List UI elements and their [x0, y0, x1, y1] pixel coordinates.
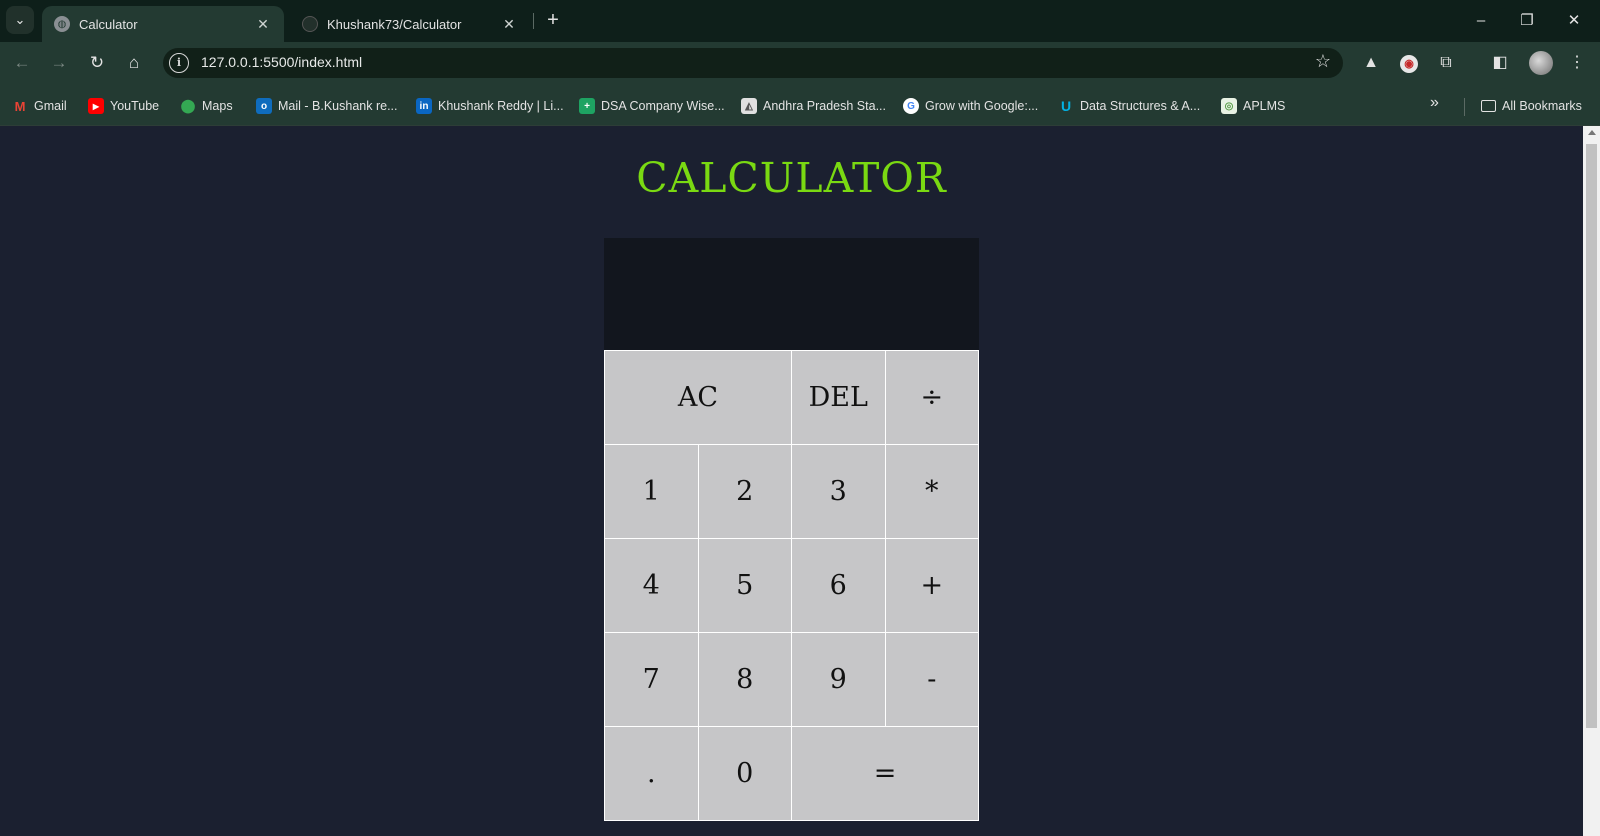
page-viewport: CALCULATOR AC DEL ÷ 1 2 3 * 4 5 6 + 7 8 …	[0, 126, 1583, 836]
calculator-display	[604, 238, 979, 350]
bookmark-divider	[1464, 98, 1465, 116]
bookmark-label: DSA Company Wise...	[601, 99, 725, 113]
ac-button[interactable]: AC	[605, 351, 791, 444]
maps-icon: ⬤	[180, 98, 196, 113]
tab-strip: ⌄ ◍ Calculator ✕ Khushank73/Calculator ✕…	[0, 0, 1600, 42]
more-menu-icon[interactable]: ⋮	[1565, 51, 1589, 75]
bookmarks-bar: M Gmail ▶ YouTube ⬤ Maps o Mail - B.Kush…	[0, 84, 1600, 126]
digit-0-button[interactable]: 0	[698, 727, 791, 820]
divide-button[interactable]: ÷	[885, 351, 978, 444]
site-info-icon[interactable]: i	[169, 53, 189, 73]
digit-7-button[interactable]: 7	[605, 633, 698, 726]
tab-calculator[interactable]: ◍ Calculator ✕	[42, 6, 284, 42]
bookmark-gmail[interactable]: M Gmail	[12, 96, 67, 116]
del-button[interactable]: DEL	[792, 351, 885, 444]
browser-toolbar: ← → ↻ ⌂ i 127.0.0.1:5500/index.html ☆ ▲ …	[0, 42, 1600, 84]
bookmark-label: Grow with Google:...	[925, 99, 1039, 113]
bookmark-grow-with-google[interactable]: G Grow with Google:...	[903, 96, 1038, 116]
forward-icon[interactable]: →	[45, 49, 73, 77]
digit-6-button[interactable]: 6	[792, 539, 885, 632]
chevron-double-right-icon[interactable]: »	[1430, 94, 1439, 112]
tab-divider	[533, 13, 534, 29]
sheets-icon: +	[579, 98, 595, 114]
bookmark-label: Mail - B.Kushank re...	[278, 99, 398, 113]
new-tab-button[interactable]: +	[541, 9, 565, 33]
bookmark-label: APLMS	[1243, 99, 1286, 113]
back-icon[interactable]: ←	[8, 49, 36, 77]
page-title: CALCULATOR	[636, 154, 947, 202]
gmail-icon: M	[14, 98, 26, 114]
linkedin-icon: in	[416, 98, 432, 114]
subtract-button[interactable]: -	[885, 633, 978, 726]
bookmark-outlook[interactable]: o Mail - B.Kushank re...	[256, 96, 398, 116]
all-bookmarks-label: All Bookmarks	[1502, 99, 1582, 113]
address-bar[interactable]: i 127.0.0.1:5500/index.html ☆	[163, 48, 1343, 78]
add-button[interactable]: +	[885, 539, 978, 632]
close-icon[interactable]: ✕	[500, 16, 518, 33]
digit-3-button[interactable]: 3	[792, 445, 885, 538]
scroll-up-arrow-icon[interactable]	[1588, 130, 1596, 135]
youtube-icon: ▶	[88, 98, 104, 114]
bookmark-linkedin[interactable]: in Khushank Reddy | Li...	[416, 96, 564, 116]
close-window-icon[interactable]: ✕	[1560, 8, 1588, 34]
google-icon: G	[903, 98, 919, 114]
digit-4-button[interactable]: 4	[605, 539, 698, 632]
bookmark-label: Gmail	[34, 99, 67, 113]
aplms-icon: ◎	[1221, 98, 1237, 114]
outlook-icon: o	[256, 98, 272, 114]
profile-avatar[interactable]	[1529, 51, 1553, 75]
digit-1-button[interactable]: 1	[605, 445, 698, 538]
bookmark-label: Khushank Reddy | Li...	[438, 99, 564, 113]
url-text[interactable]: 127.0.0.1:5500/index.html	[201, 54, 362, 70]
all-bookmarks-button[interactable]: All Bookmarks	[1481, 96, 1582, 116]
digit-9-button[interactable]: 9	[792, 633, 885, 726]
globe-icon: ◍	[54, 16, 70, 32]
reload-icon[interactable]: ↻	[83, 49, 111, 77]
folder-icon	[1481, 100, 1496, 112]
keypad: AC DEL ÷ 1 2 3 * 4 5 6 + 7 8 9 - . 0 =	[604, 350, 979, 821]
bookmark-maps[interactable]: ⬤ Maps	[180, 96, 233, 116]
vertical-scrollbar[interactable]	[1583, 126, 1600, 836]
bookmark-data-structures[interactable]: U Data Structures & A...	[1058, 96, 1200, 116]
decimal-button[interactable]: .	[605, 727, 698, 820]
minimize-icon[interactable]: –	[1467, 8, 1495, 34]
bookmark-dsa-sheet[interactable]: + DSA Company Wise...	[579, 96, 725, 116]
close-icon[interactable]: ✕	[254, 16, 272, 33]
extensions-puzzle-icon[interactable]: ⧉	[1434, 51, 1458, 75]
calculator: AC DEL ÷ 1 2 3 * 4 5 6 + 7 8 9 - . 0 =	[604, 238, 979, 821]
side-panel-icon[interactable]: ◧	[1488, 51, 1512, 75]
home-icon[interactable]: ⌂	[120, 49, 148, 77]
bookmark-aplms[interactable]: ◎ APLMS	[1221, 96, 1285, 116]
equals-button[interactable]: =	[792, 727, 978, 820]
bookmark-label: Andhra Pradesh Sta...	[763, 99, 886, 113]
digit-2-button[interactable]: 2	[698, 445, 791, 538]
bookmark-youtube[interactable]: ▶ YouTube	[88, 96, 159, 116]
scrollbar-thumb[interactable]	[1586, 144, 1597, 728]
tab-search-chevron-icon[interactable]: ⌄	[6, 6, 34, 34]
tab-title: Khushank73/Calculator	[327, 16, 462, 32]
drive-extension-icon[interactable]: ▲	[1359, 51, 1383, 75]
image-icon: ◭	[741, 98, 757, 114]
digit-5-button[interactable]: 5	[698, 539, 791, 632]
multiply-button[interactable]: *	[885, 445, 978, 538]
bookmark-label: Data Structures & A...	[1080, 99, 1201, 113]
udacity-icon: U	[1060, 98, 1072, 114]
bookmark-star-icon[interactable]: ☆	[1315, 51, 1331, 72]
bookmark-label: YouTube	[110, 99, 160, 113]
digit-8-button[interactable]: 8	[698, 633, 791, 726]
tab-github-calculator[interactable]: Khushank73/Calculator ✕	[290, 6, 530, 42]
adblock-extension-icon[interactable]: ◉	[1397, 51, 1421, 75]
restore-icon[interactable]: ❐	[1513, 8, 1541, 34]
bookmark-label: Maps	[202, 99, 233, 113]
github-icon	[302, 16, 318, 32]
bookmark-andhra-pradesh[interactable]: ◭ Andhra Pradesh Sta...	[741, 96, 886, 116]
tab-title: Calculator	[79, 16, 138, 32]
